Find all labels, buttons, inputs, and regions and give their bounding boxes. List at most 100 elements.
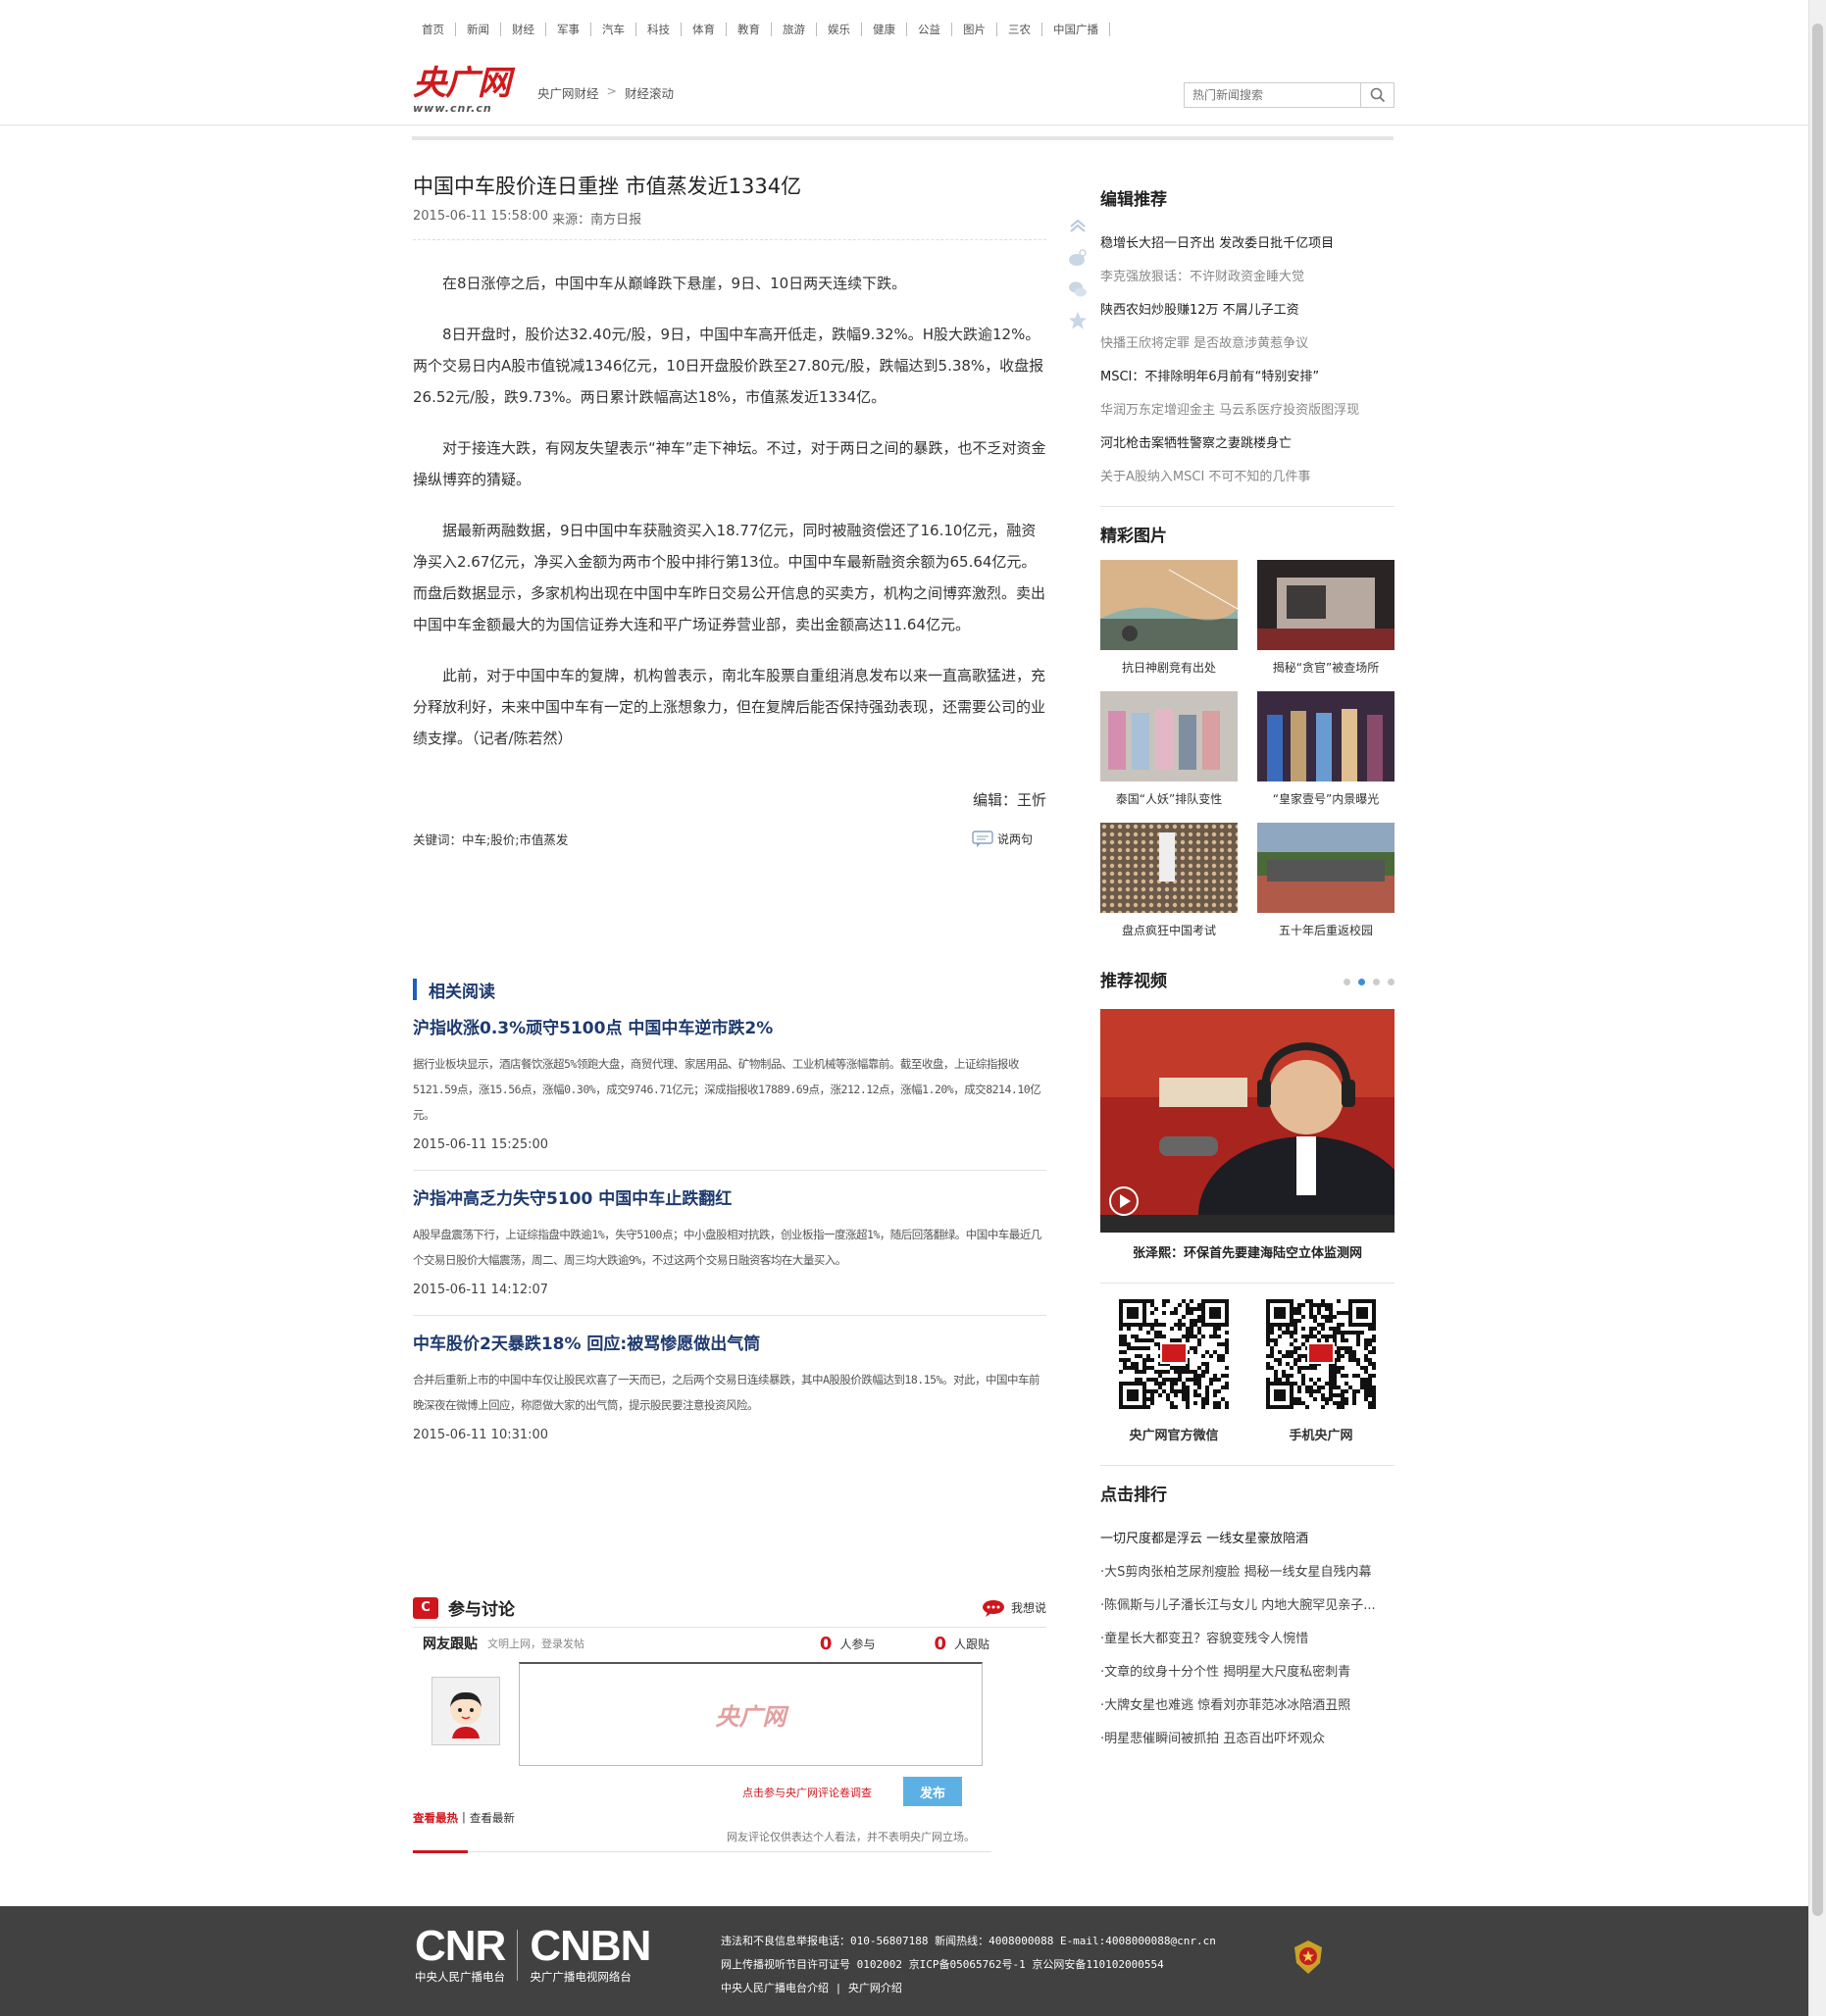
- editor-pick-item[interactable]: 关于A股纳入MSCI 不可不知的几件事: [1100, 461, 1395, 494]
- follower-label: 人跟贴: [953, 1637, 989, 1651]
- pic-caption: 五十年后重返校园: [1278, 924, 1373, 937]
- video-caption[interactable]: 张泽熙：环保首先要建海陆空立体监测网: [1100, 1242, 1395, 1261]
- page-scrollbar[interactable]: [1808, 0, 1826, 2016]
- pic-caption: “皇家壹号”内景曝光: [1272, 792, 1380, 806]
- footer-brand-divider: [517, 1930, 519, 1981]
- comment-textarea[interactable]: 央广网: [519, 1662, 983, 1766]
- featured-pic[interactable]: 揭秘“贪官”被查场所: [1257, 560, 1395, 681]
- article-paragraph: 8日开盘时，股价达32.40元/股，9日，中国中车高开低走，跌幅9.32%。H股…: [413, 326, 1044, 406]
- article-datetime: 2015-06-11 15:58:00: [413, 209, 549, 224]
- editor-pick-item[interactable]: 稳增长大招一日齐出 发改委日批千亿项目: [1100, 227, 1395, 261]
- editor-pick-item[interactable]: 快播王欣将定罪 是否故意涉黄惹争议: [1100, 328, 1395, 361]
- nav-item[interactable]: 三农: [997, 23, 1042, 36]
- share-bar: [1067, 216, 1089, 331]
- user-avatar: [431, 1677, 500, 1745]
- nav-item[interactable]: 新闻: [456, 23, 501, 36]
- article-meta: 2015-06-11 15:58:00 来源： 南方日报: [413, 209, 1046, 240]
- sort-hot-tab[interactable]: 查看最热: [413, 1810, 458, 1826]
- weibo-icon[interactable]: [1067, 247, 1089, 269]
- comment-disclaimer: 网友评论仅供表达个人看法，并不表明央广网立场。: [727, 1831, 975, 1843]
- discussion-header: C 参与讨论 我想说: [413, 1588, 1046, 1628]
- top-navigation: 首页 新闻 财经 军事 汽车 科技 体育 教育 旅游 娱乐 健康 公益 图片 三农 中国广播: [412, 20, 1110, 39]
- survey-link[interactable]: 点击参与央广网评论卷调查: [742, 1785, 872, 1800]
- nav-item[interactable]: 体育: [682, 23, 727, 36]
- search-button[interactable]: [1360, 83, 1394, 107]
- carousel-dot[interactable]: [1388, 978, 1395, 985]
- breadcrumb-rolling[interactable]: 财经滚动: [625, 83, 674, 102]
- search-box: [1184, 82, 1395, 108]
- nav-item[interactable]: 财经: [501, 23, 546, 36]
- related-item-date: 2015-06-11 10:31:00: [413, 1428, 549, 1442]
- favorite-star-icon[interactable]: [1067, 310, 1089, 331]
- article-body: 在8日涨停之后，中国中车从巅峰跌下悬崖，9日、10日两天连续下跌。 8日开盘时，…: [413, 268, 1046, 754]
- scroll-top-icon[interactable]: [1067, 216, 1089, 237]
- nav-item[interactable]: 娱乐: [817, 23, 862, 36]
- nav-item[interactable]: 科技: [636, 23, 682, 36]
- footer-brand: CNR 中央人民广播电台 CNBN 央广广播电视网络台: [415, 1925, 651, 1985]
- nav-item[interactable]: 公益: [907, 23, 952, 36]
- qr-codes: 央广网官方微信 手机央广网: [1100, 1299, 1395, 1443]
- nav-item[interactable]: 首页: [412, 23, 456, 36]
- featured-pic[interactable]: “皇家壹号”内景曝光: [1257, 691, 1395, 813]
- sidebar: 编辑推荐 稳增长大招一日齐出 发改委日批千亿项目 李克强放狠话：不许财政资金睡大觉…: [1100, 186, 1395, 1756]
- article-source[interactable]: 南方日报: [590, 209, 641, 227]
- related-item-summary: 合并后重新上市的中国中车仅让股民欢喜了一天而已，之后两个交易日连续暴跌，其中A股…: [413, 1373, 1040, 1412]
- sort-new-tab[interactable]: 查看最新: [470, 1810, 515, 1826]
- article-paragraph: 此前，对于中国中车的复牌，机构曾表示，南北车股票自重组消息发布以来一直高歌猛进，…: [413, 667, 1046, 747]
- pic-thumbnail: [1100, 823, 1238, 913]
- participant-label: 人参与: [839, 1637, 876, 1651]
- featured-pic[interactable]: 盘点疯狂中国考试: [1100, 823, 1238, 944]
- cnbn-subtitle: 央广广播电视网络台: [530, 1970, 632, 1984]
- scrollbar-thumb[interactable]: [1812, 24, 1823, 1916]
- video-player[interactable]: [1100, 1009, 1395, 1233]
- comment-link-label: 说两句: [996, 832, 1033, 846]
- editor-pick-item[interactable]: 李克强放狠话：不许财政资金睡大觉: [1100, 261, 1395, 294]
- breadcrumb-finance[interactable]: 央广网财经: [537, 83, 599, 102]
- active-tab-indicator: [413, 1850, 468, 1853]
- nav-item[interactable]: 军事: [546, 23, 591, 36]
- hot-ranking-item[interactable]: ·大牌女星也难逃 惊看刘亦菲范冰冰陪酒丑照: [1100, 1689, 1395, 1723]
- nav-item[interactable]: 图片: [952, 23, 997, 36]
- hot-ranking-list: 一切尺度都是浮云 一线女星豪放陪酒 ·大S剪肉张柏芝尿剂瘦脸 揭秘一线女星自残内幕…: [1100, 1523, 1395, 1756]
- discussion-stats: 网友跟贴 文明上网，登录发帖 0 人参与 0 人跟贴: [413, 1628, 1046, 1659]
- cnr-logo[interactable]: 央广网 www.cnr.cn: [413, 67, 519, 118]
- featured-pic[interactable]: 五十年后重返校园: [1257, 823, 1395, 944]
- nav-item[interactable]: 健康: [862, 23, 907, 36]
- nav-item[interactable]: 中国广播: [1042, 23, 1110, 36]
- editor-pick-item[interactable]: 华润万东定增迎金主 马云系医疗投资版图浮现: [1100, 394, 1395, 428]
- hot-ranking-item[interactable]: ·大S剪肉张柏芝尿剂瘦脸 揭秘一线女星自残内幕: [1100, 1556, 1395, 1589]
- publish-button[interactable]: 发布: [903, 1777, 962, 1806]
- police-badge-icon[interactable]: [1293, 1940, 1324, 1975]
- featured-pic[interactable]: 泰国“人妖”排队变性: [1100, 691, 1238, 813]
- wechat-icon[interactable]: [1067, 278, 1089, 300]
- related-item: 沪指收涨0.3%顽守5100点 中国中车逆市跌2% 据行业板块显示，酒店餐饮涨超…: [413, 1016, 1046, 1171]
- hot-ranking-item[interactable]: 一切尺度都是浮云 一线女星豪放陪酒: [1100, 1523, 1395, 1556]
- search-input[interactable]: [1185, 83, 1360, 107]
- hot-ranking-item[interactable]: ·文章的纹身十分个性 揭明星大尺度私密刺青: [1100, 1656, 1395, 1689]
- featured-pics-title: 精彩图片: [1100, 527, 1167, 546]
- comment-link[interactable]: 说两句: [972, 830, 1033, 848]
- nav-item[interactable]: 汽车: [591, 23, 636, 36]
- title-accent-bar: [413, 979, 417, 1000]
- article: 中国中车股价连日重挫 市值蒸发近1334亿 2015-06-11 15:58:0…: [413, 172, 1046, 848]
- carousel-dot-active[interactable]: [1358, 978, 1365, 985]
- nav-item[interactable]: 旅游: [772, 23, 817, 36]
- hot-ranking-item[interactable]: ·明星悲催瞬间被抓拍 丑态百出吓坏观众: [1100, 1723, 1395, 1756]
- featured-pic[interactable]: 抗日神剧竞有出处: [1100, 560, 1239, 681]
- pic-thumbnail: [1257, 823, 1395, 913]
- editor-pick-item[interactable]: MSCI：不排除明年6月前有“特别安排”: [1100, 361, 1395, 394]
- editor-pick-item[interactable]: 陕西农妇炒股赚12万 不屑儿子工资: [1100, 294, 1395, 328]
- want-to-say-link[interactable]: 我想说: [982, 1599, 1046, 1617]
- editor-pick-item[interactable]: 河北枪击案牺牲警察之妻跳楼身亡: [1100, 428, 1395, 461]
- related-item-title[interactable]: 沪指冲高乏力失守5100 中国中车止跌翻红: [413, 1186, 1046, 1212]
- discussion-logo-icon: C: [413, 1596, 438, 1619]
- hot-ranking-item[interactable]: ·童星长大都变丑？容貌变残令人惋惜: [1100, 1623, 1395, 1656]
- related-item-title[interactable]: 中车股价2天暴跌18% 回应:被骂惨愿做出气筒: [413, 1332, 1046, 1357]
- sidebar-divider: [1100, 1465, 1395, 1466]
- carousel-dot[interactable]: [1373, 978, 1380, 985]
- nav-item[interactable]: 教育: [727, 23, 772, 36]
- footer-line[interactable]: 中央人民广播电台介绍 | 央广网介绍: [721, 1977, 1216, 2000]
- hot-ranking-item[interactable]: ·陈佩斯与儿子潘长江与女儿 内地大腕罕见亲子...: [1100, 1589, 1395, 1623]
- carousel-dot[interactable]: [1344, 978, 1350, 985]
- related-item-title[interactable]: 沪指收涨0.3%顽守5100点 中国中车逆市跌2%: [413, 1016, 1046, 1041]
